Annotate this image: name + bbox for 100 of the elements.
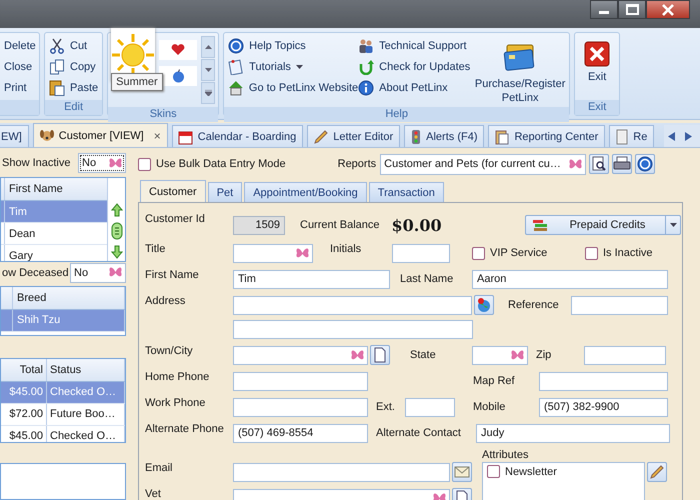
checkbox[interactable]: Is Inactive — [585, 246, 653, 260]
input-field[interactable]: Tim — [233, 270, 390, 288]
butterfly-icon — [295, 246, 310, 260]
scroll-down-icon[interactable] — [201, 59, 216, 81]
close-tab-button[interactable]: × — [154, 128, 161, 142]
checkbox-box[interactable] — [487, 465, 500, 478]
ribbon-button[interactable]: Print — [4, 77, 35, 98]
document-tab[interactable]: Re — [609, 125, 654, 147]
checkbox-box[interactable] — [472, 246, 485, 260]
edit-button[interactable] — [647, 462, 667, 482]
input-field[interactable] — [392, 244, 450, 262]
up-arrow-icon[interactable] — [110, 202, 122, 217]
ribbon-button[interactable]: Technical Support — [358, 35, 476, 56]
input-field[interactable] — [233, 296, 472, 314]
ribbon-button[interactable]: Paste — [49, 77, 98, 98]
prepaid-credits-button[interactable]: Prepaid Credits — [525, 215, 681, 235]
input-field[interactable] — [233, 372, 368, 390]
grid-row[interactable]: $45.00 Checked O… — [1, 426, 125, 442]
scroll-left-icon[interactable] — [668, 132, 675, 140]
document-tab[interactable]: Alerts (F4) — [404, 125, 484, 147]
field-label: Town/City — [145, 345, 194, 357]
help-button[interactable] — [635, 154, 656, 174]
map-lookup-button[interactable] — [474, 295, 494, 315]
ribbon-button[interactable]: Delete — [4, 35, 35, 56]
scroll-up-icon[interactable] — [201, 36, 216, 58]
input-field[interactable] — [233, 398, 368, 416]
field-label: Last Name — [400, 273, 454, 285]
ribbon-button[interactable]: Cut — [49, 35, 98, 56]
minimize-icon[interactable] — [590, 0, 618, 19]
document-tab[interactable]: EW] — [0, 125, 29, 147]
document-tab[interactable]: Reporting Center — [488, 125, 606, 147]
dropdown-field[interactable]: No — [70, 262, 126, 283]
print-button[interactable] — [612, 154, 632, 174]
dropdown-field[interactable] — [233, 244, 313, 262]
input-field[interactable]: (507) 469-8554 — [233, 424, 368, 442]
dropdown-field[interactable] — [472, 346, 528, 364]
checkbox-box[interactable] — [138, 158, 151, 170]
skin-option[interactable] — [159, 40, 198, 60]
column-header[interactable]: Total — [1, 358, 47, 381]
document-tab[interactable]: Calendar - Boarding — [172, 125, 304, 147]
input-field[interactable] — [584, 346, 666, 364]
scroll-right-icon[interactable] — [685, 132, 692, 140]
ribbon-button[interactable]: Go to PetLinx Website — [228, 77, 358, 98]
checkbox[interactable]: VIP Service — [472, 246, 585, 260]
form-tab[interactable]: Appointment/Booking — [244, 182, 367, 202]
group-label: Exit — [575, 100, 620, 115]
caret-icon — [296, 64, 303, 68]
ribbon-button[interactable]: Close — [4, 56, 35, 77]
butterfly-icon — [510, 348, 525, 362]
new-document-button[interactable] — [370, 345, 390, 365]
send-email-button[interactable] — [452, 462, 472, 482]
field-label: Ext. — [376, 401, 396, 413]
report-dropdown[interactable]: Customer and Pets (for current cu… — [380, 154, 586, 174]
field-label: Vet — [145, 488, 162, 500]
field-label: Alternate Phone — [145, 423, 225, 435]
balance-amount: $0.00 — [392, 216, 442, 234]
skin-option[interactable] — [159, 66, 198, 86]
maximize-icon[interactable] — [618, 0, 646, 19]
dog-icon — [38, 128, 55, 144]
down-arrow-icon[interactable] — [110, 244, 122, 259]
gallery-scroll[interactable] — [201, 36, 216, 104]
document-tab[interactable]: Letter Editor — [307, 125, 400, 147]
purchase-button[interactable]: Purchase/Register PetLinx — [475, 35, 566, 105]
preview-button[interactable] — [589, 154, 610, 174]
input-field[interactable] — [233, 462, 450, 482]
list-icon[interactable] — [110, 222, 122, 240]
close-icon[interactable] — [646, 0, 690, 19]
input-field[interactable]: Judy — [476, 424, 670, 442]
input-field[interactable] — [571, 296, 668, 314]
input-field[interactable] — [233, 320, 473, 338]
ribbon-button[interactable]: Check for Updates — [358, 56, 476, 77]
dropdown-field[interactable] — [233, 346, 368, 364]
field-label: Address — [145, 295, 186, 307]
input-field[interactable]: Aaron — [472, 270, 668, 288]
checkbox-box[interactable] — [585, 246, 598, 260]
copy-icon — [49, 58, 65, 74]
input-field[interactable] — [405, 398, 455, 416]
dropdown-field[interactable]: No — [78, 153, 126, 174]
field-label: Zip — [536, 349, 552, 361]
checkbox[interactable]: Use Bulk Data Entry Mode — [138, 158, 286, 170]
column-header[interactable]: Status — [47, 358, 125, 381]
calendar-icon — [178, 128, 194, 144]
form-tab[interactable]: Pet — [208, 182, 242, 202]
ribbon-button[interactable]: About PetLinx — [358, 77, 476, 98]
grid-row[interactable]: Dean — [1, 223, 107, 246]
exit-button[interactable]: Exit — [579, 35, 616, 98]
grid-row[interactable]: $72.00 Future Boo… — [1, 404, 125, 426]
document-tab[interactable]: Customer [VIEW] × — [32, 123, 168, 147]
field-label: Email — [145, 462, 174, 474]
ribbon-button[interactable]: Help Topics — [228, 35, 358, 56]
pencil-icon — [649, 464, 665, 480]
ribbon-button[interactable]: Tutorials — [228, 56, 358, 77]
form-tab[interactable]: Customer — [140, 180, 206, 202]
ribbon-button[interactable]: Copy — [49, 56, 98, 77]
expand-icon[interactable] — [201, 82, 216, 104]
form-tab[interactable]: Transaction — [368, 182, 444, 202]
checkbox[interactable]: Newsletter — [487, 465, 640, 478]
dropdown-arrow-icon[interactable] — [665, 216, 680, 234]
input-field[interactable]: (507) 382-9900 — [539, 398, 668, 416]
input-field[interactable] — [539, 372, 668, 390]
